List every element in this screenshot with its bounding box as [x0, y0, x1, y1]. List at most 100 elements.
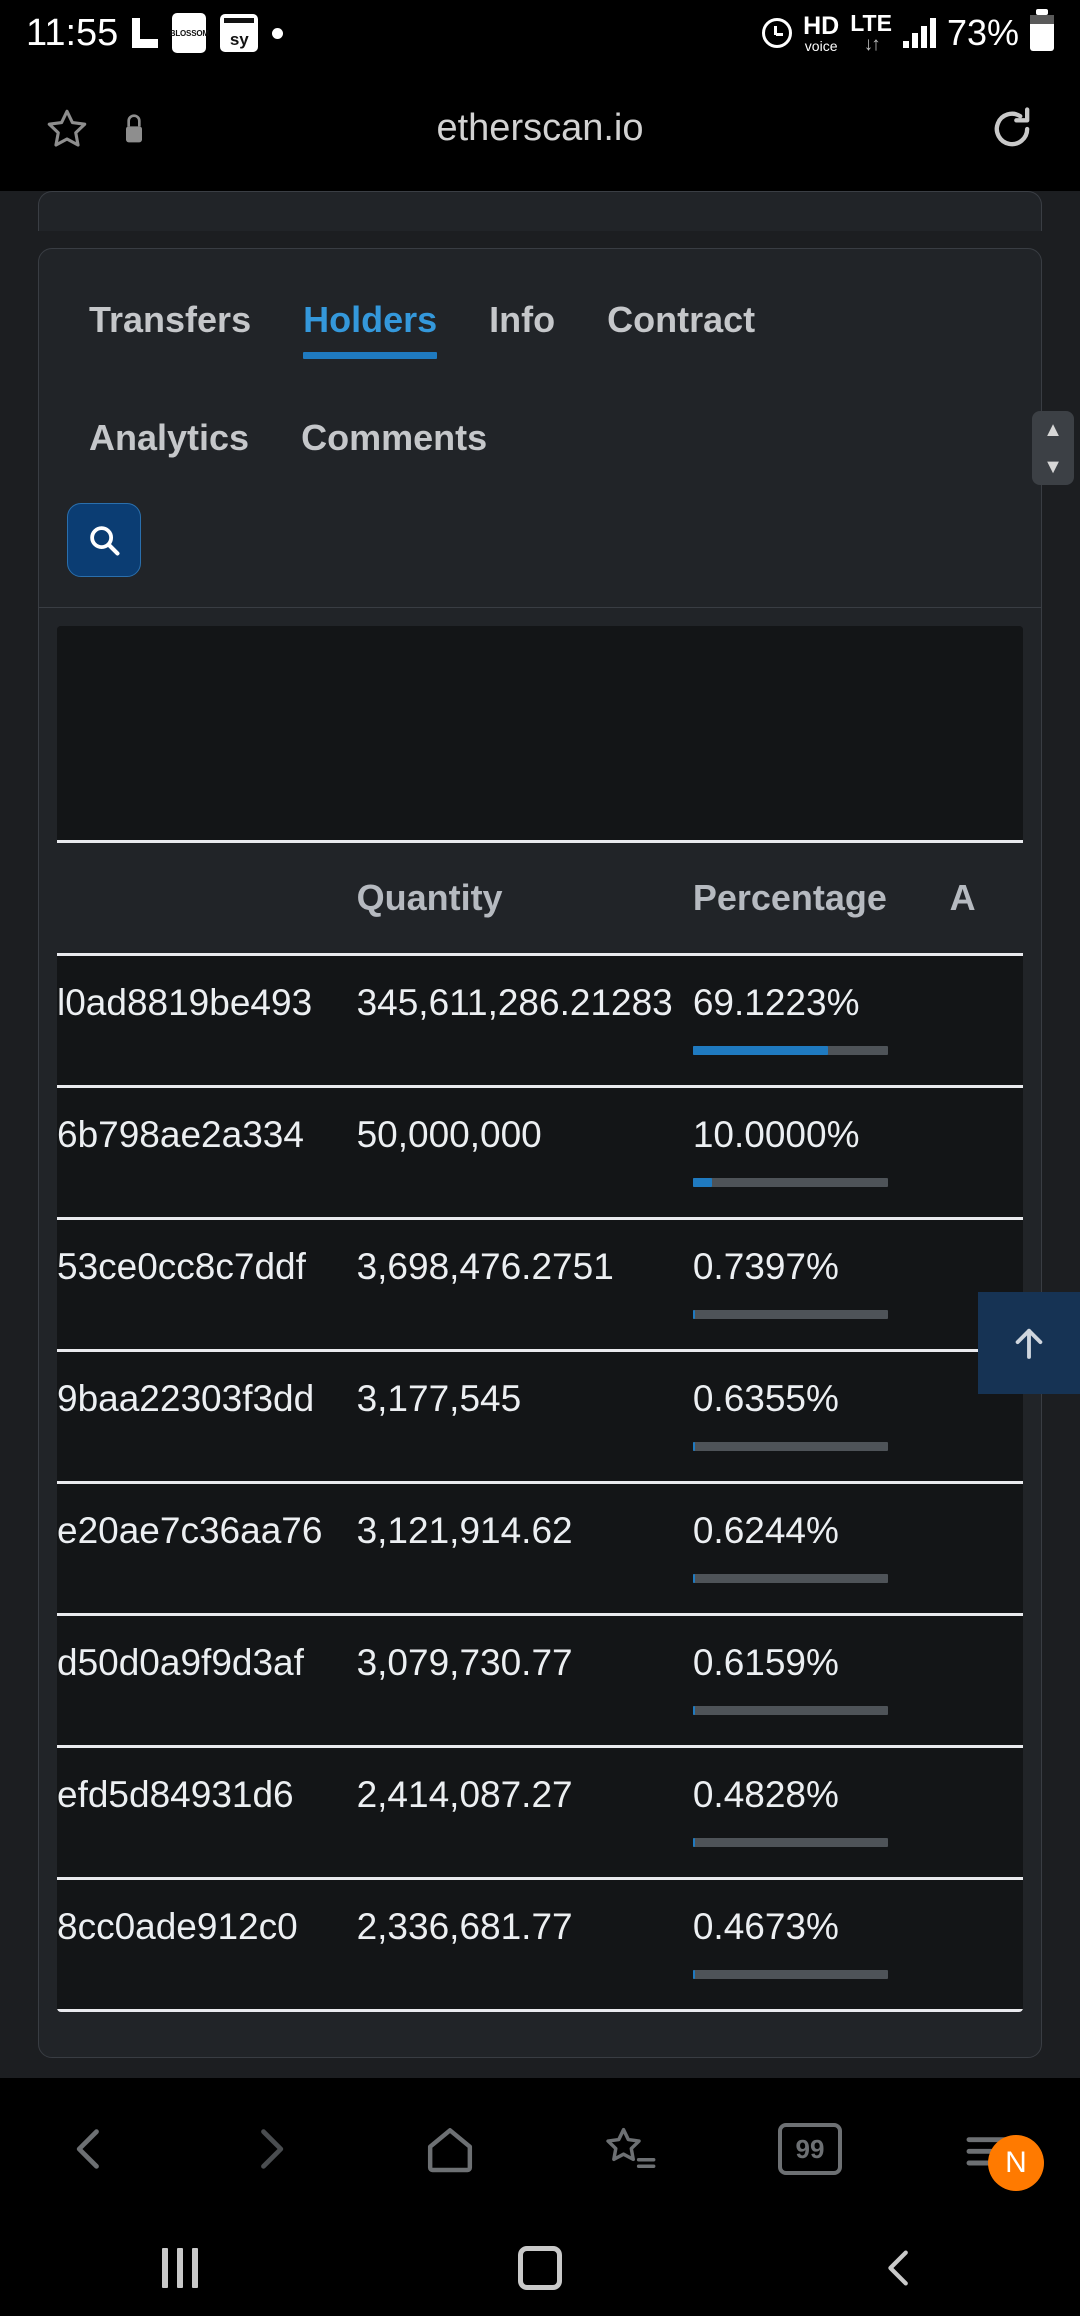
nav-tabs-button[interactable]: 99 — [720, 2123, 900, 2175]
cell-quantity: 2,336,681.77 — [356, 1878, 693, 2012]
cell-analytics — [949, 1746, 1023, 1880]
table-body: l0ad8819be493 345,611,286.21283 69.1223% 6b… — [57, 954, 1023, 2012]
col-header-percentage[interactable]: Percentage — [692, 840, 950, 956]
cell-address[interactable]: efd5d84931d6 — [57, 1746, 357, 1880]
cell-percentage: 10.0000% — [692, 1086, 950, 1220]
hd-voice-icon: HD voice — [803, 13, 839, 54]
percentage-bar-fill — [692, 1706, 696, 1715]
home-square-icon — [518, 2246, 562, 2290]
cell-quantity: 345,611,286.21283 — [356, 954, 693, 1088]
signal-bars-icon — [902, 18, 936, 48]
percentage-bar — [692, 1310, 888, 1319]
nav-menu-button[interactable]: N — [900, 2121, 1080, 2191]
percentage-bar — [692, 1046, 888, 1055]
lte-label: LTE — [850, 10, 892, 36]
browser-url-bar[interactable]: etherscan.io — [0, 66, 1080, 191]
percentage-value: 0.4673% — [692, 1906, 839, 1947]
cell-address[interactable]: 8cc0ade912c0 — [57, 1878, 357, 2012]
tab-analytics[interactable]: Analytics — [63, 401, 275, 489]
cell-address[interactable]: e20ae7c36aa76 — [57, 1482, 357, 1616]
percentage-bar — [692, 1178, 888, 1187]
holders-table: Quantity Percentage A l0ad8819be493 345,6… — [57, 840, 1023, 2012]
search-toolbar — [39, 489, 1041, 607]
cell-address[interactable]: 6b798ae2a334 — [57, 1086, 357, 1220]
nav-home-button[interactable] — [360, 2121, 540, 2177]
tab-count-icon[interactable]: 99 — [778, 2123, 842, 2175]
page-scrollbar[interactable]: ▲ ▼ — [1032, 411, 1074, 485]
col-header-address[interactable] — [57, 840, 357, 956]
url-label[interactable]: etherscan.io — [0, 107, 1080, 150]
battery-icon — [1030, 9, 1054, 51]
table-row: d50d0a9f9d3af 3,079,730.77 0.6159% — [57, 1614, 1023, 1748]
tab-holders[interactable]: Holders — [277, 283, 463, 371]
home-icon — [427, 2128, 473, 2173]
table-blank-region — [57, 626, 1023, 840]
cell-address[interactable]: 53ce0cc8c7ddf — [57, 1218, 357, 1352]
cell-address[interactable]: d50d0a9f9d3af — [57, 1614, 357, 1748]
percentage-bar-fill — [692, 1838, 696, 1847]
cell-analytics — [949, 1878, 1023, 2012]
cell-percentage: 0.4828% — [692, 1746, 950, 1880]
cell-analytics — [949, 1614, 1023, 1748]
chevron-down-icon[interactable]: ▼ — [1043, 457, 1063, 477]
nav-forward-button[interactable] — [180, 2123, 360, 2175]
nav-bookmarks-button[interactable] — [540, 2123, 720, 2175]
cell-address[interactable]: l0ad8819be493 — [57, 954, 357, 1088]
percentage-value: 10.0000% — [692, 1114, 860, 1155]
table-row: efd5d84931d6 2,414,087.27 0.4828% — [57, 1746, 1023, 1880]
col-header-analytics[interactable]: A — [949, 840, 1023, 956]
cell-analytics — [949, 1482, 1023, 1616]
percentage-bar-fill — [692, 1310, 696, 1319]
status-bar-right: HD voice LTE ↓↑ 73% — [762, 9, 1054, 55]
cell-quantity: 3,698,476.2751 — [356, 1218, 693, 1352]
table-row: e20ae7c36aa76 3,121,914.62 0.6244% — [57, 1482, 1023, 1616]
cell-quantity: 3,121,914.62 — [356, 1482, 693, 1616]
back-chevron-icon — [888, 2250, 908, 2286]
menu-notification-badge: N — [988, 2135, 1044, 2191]
table-header-row: Quantity Percentage A — [57, 840, 1023, 956]
tab-bar-row-2: Analytics Comments — [39, 367, 1041, 489]
tab-info[interactable]: Info — [463, 283, 581, 371]
percentage-value: 69.1223% — [692, 982, 860, 1023]
nav-back-button[interactable] — [0, 2123, 180, 2175]
percentage-value: 0.6159% — [692, 1642, 839, 1683]
lte-icon: LTE ↓↑ — [850, 10, 892, 55]
tab-contract[interactable]: Contract — [581, 283, 781, 371]
sy-icon: sy — [220, 14, 259, 52]
cell-address[interactable]: 9baa22303f3dd — [57, 1350, 357, 1484]
android-back-button[interactable] — [720, 2245, 1080, 2291]
chevron-up-icon[interactable]: ▲ — [1043, 420, 1063, 440]
table-row: 53ce0cc8c7ddf 3,698,476.2751 0.7397% — [57, 1218, 1023, 1352]
cell-percentage: 0.6159% — [692, 1614, 950, 1748]
percentage-value: 0.7397% — [692, 1246, 839, 1287]
alarm-icon — [762, 18, 793, 48]
android-recents-button[interactable] — [0, 2248, 360, 2288]
percentage-bar — [692, 1442, 888, 1451]
tab-comments[interactable]: Comments — [275, 401, 513, 489]
android-home-button[interactable] — [360, 2246, 720, 2290]
holders-table-scroll-area[interactable]: Quantity Percentage A l0ad8819be493 345,6… — [57, 626, 1023, 2012]
cell-percentage: 0.7397% — [692, 1218, 950, 1352]
cell-analytics — [949, 954, 1023, 1088]
percentage-bar-fill — [692, 1574, 696, 1583]
android-status-bar: 11:55 BLOSSOM sy HD voice LTE ↓↑ 73% — [0, 0, 1080, 66]
cell-quantity: 3,079,730.77 — [356, 1614, 693, 1748]
search-button[interactable] — [67, 503, 141, 577]
percentage-bar — [692, 1574, 888, 1583]
scroll-to-top-button[interactable] — [978, 1292, 1080, 1394]
android-nav-bar — [0, 2220, 1080, 2316]
search-icon — [90, 526, 120, 556]
tab-transfers[interactable]: Transfers — [63, 283, 277, 371]
chevron-right-icon — [261, 2129, 284, 2169]
previous-card-edge — [38, 191, 1042, 231]
col-header-quantity[interactable]: Quantity — [356, 840, 693, 956]
dot-icon — [272, 27, 284, 39]
percentage-bar-fill — [692, 1970, 696, 1979]
cell-percentage: 0.4673% — [692, 1878, 950, 2012]
holders-table-panel: Quantity Percentage A l0ad8819be493 345,6… — [39, 608, 1041, 2012]
battery-percent-label: 73% — [946, 12, 1019, 53]
voice-label: voice — [804, 37, 838, 54]
data-arrows-icon: ↓↑ — [863, 34, 881, 55]
recents-icon — [162, 2248, 198, 2288]
percentage-bar — [692, 1838, 888, 1847]
